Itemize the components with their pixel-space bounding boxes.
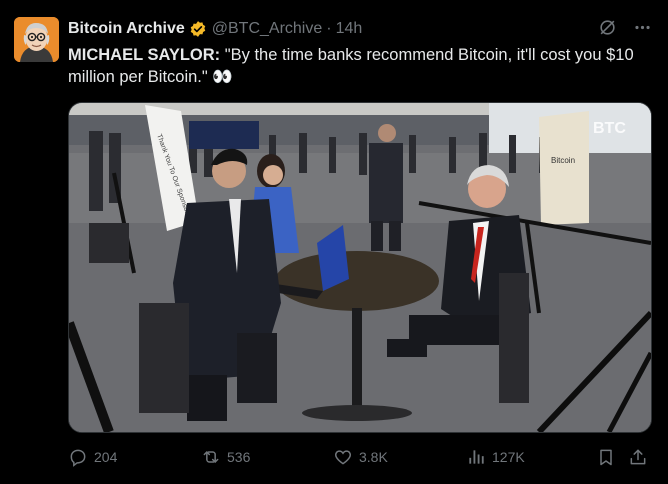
heart-icon: [333, 447, 353, 467]
reply-button[interactable]: 204: [68, 447, 117, 467]
bookmark-button[interactable]: [596, 447, 616, 467]
views-button[interactable]: 127K: [466, 447, 525, 467]
eyes-emoji: 👀: [212, 68, 233, 86]
more-icon[interactable]: [633, 18, 652, 37]
views-icon: [466, 447, 486, 467]
separator-dot: ·: [326, 20, 332, 37]
avatar-illustration: [14, 17, 59, 62]
share-button[interactable]: [628, 447, 648, 467]
interview-photo: Thank You To Our Sponsors Bitcoin BTC: [69, 103, 651, 432]
repost-count: 536: [227, 449, 251, 465]
like-button[interactable]: 3.8K: [333, 447, 388, 467]
views-count: 127K: [492, 449, 525, 465]
reply-icon: [68, 447, 88, 467]
action-bar: 204 536 3.8K 127K: [68, 444, 650, 470]
like-count: 3.8K: [359, 449, 388, 465]
tweet-media-image[interactable]: Thank You To Our Sponsors Bitcoin BTC: [68, 102, 652, 433]
tweet-header: Bitcoin Archive @BTC_Archive · 14h: [68, 18, 656, 40]
reply-count: 204: [94, 449, 118, 465]
author-handle[interactable]: @BTC_Archive: [212, 20, 323, 38]
tweet-text: MICHAEL SAYLOR: "By the time banks recom…: [68, 44, 648, 88]
tweet-card[interactable]: Bitcoin Archive @BTC_Archive · 14h MICHA…: [0, 0, 668, 484]
share-icon: [628, 447, 648, 467]
author-name[interactable]: Bitcoin Archive: [68, 20, 185, 38]
corner-watermark: BTC: [593, 120, 626, 137]
grok-icon[interactable]: [598, 18, 617, 37]
bookmark-icon: [596, 447, 616, 467]
verified-badge-icon: [189, 20, 207, 38]
tweet-speaker: MICHAEL SAYLOR:: [68, 46, 221, 64]
avatar[interactable]: [14, 17, 59, 62]
repost-button[interactable]: 536: [201, 447, 250, 467]
stand-sign-text: Bitcoin: [551, 156, 575, 165]
repost-icon: [201, 447, 221, 467]
tweet-timestamp[interactable]: 14h: [336, 20, 363, 38]
